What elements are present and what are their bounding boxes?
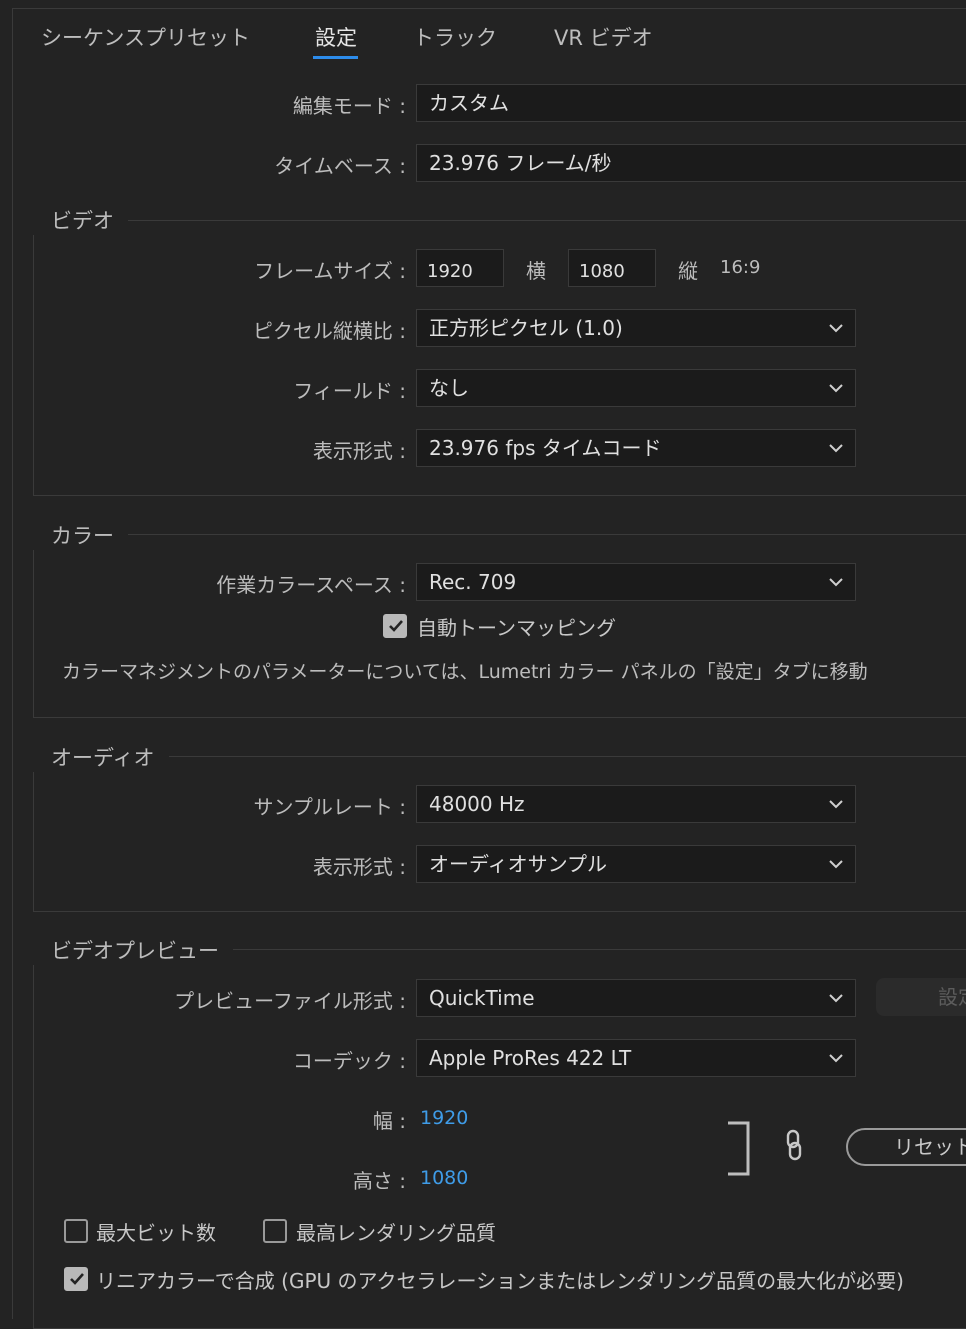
- max-bit-depth-checkbox[interactable]: [64, 1219, 88, 1243]
- auto-tone-mapping-label: 自動トーンマッピング: [417, 616, 616, 640]
- chevron-down-icon: [827, 430, 845, 466]
- video-display-format-label: 表示形式 :: [312, 439, 406, 463]
- preview-settings-button[interactable]: 設定: [876, 978, 966, 1016]
- preview-height-value[interactable]: 1080: [420, 1167, 468, 1189]
- max-bit-depth-label: 最大ビット数: [96, 1221, 216, 1245]
- edit-mode-dropdown[interactable]: カスタム: [416, 84, 966, 122]
- sample-rate-dropdown[interactable]: 48000 Hz: [416, 785, 856, 823]
- video-group-title: ビデオ: [33, 205, 128, 235]
- video-display-format-dropdown[interactable]: 23.976 fps タイムコード: [416, 429, 856, 467]
- active-tab-indicator: [313, 56, 358, 59]
- pixel-aspect-label: ピクセル縦横比 :: [252, 319, 406, 343]
- working-color-space-dropdown[interactable]: Rec. 709: [416, 563, 856, 601]
- chevron-down-icon: [827, 846, 845, 882]
- pixel-aspect-dropdown[interactable]: 正方形ピクセル (1.0): [416, 309, 856, 347]
- reset-button[interactable]: リセット: [846, 1128, 966, 1166]
- preview-file-format-label: プレビューファイル形式 :: [174, 989, 406, 1013]
- aspect-ratio-text: 16:9: [720, 257, 761, 278]
- preview-file-format-dropdown[interactable]: QuickTime: [416, 979, 856, 1017]
- sample-rate-label: サンプルレート :: [253, 795, 406, 819]
- edit-mode-label: 編集モード :: [292, 94, 406, 118]
- tab-sequence-presets[interactable]: シーケンスプリセット: [41, 22, 250, 52]
- chevron-down-icon: [827, 1040, 845, 1076]
- checkmark-icon: [70, 1273, 84, 1285]
- codec-label: コーデック :: [292, 1049, 406, 1073]
- frame-width-unit: 横: [526, 259, 546, 283]
- chevron-down-icon: [827, 310, 845, 346]
- preview-width-value[interactable]: 1920: [420, 1107, 468, 1129]
- frame-height-unit: 縦: [678, 259, 698, 283]
- working-color-space-label: 作業カラースペース :: [216, 573, 406, 597]
- audio-group-title: オーディオ: [33, 742, 169, 772]
- chevron-down-icon: [827, 786, 845, 822]
- linear-color-label: リニアカラーで合成 (GPU のアクセラレーションまたはレンダリング品質の最大化…: [96, 1269, 904, 1293]
- auto-tone-mapping-checkbox[interactable]: [383, 614, 407, 638]
- color-group-title: カラー: [33, 520, 128, 550]
- frame-width-input[interactable]: 1920: [416, 249, 504, 287]
- video-preview-group-title: ビデオプレビュー: [33, 935, 233, 965]
- chevron-down-icon: [827, 980, 845, 1016]
- max-render-quality-label: 最高レンダリング品質: [296, 1221, 496, 1245]
- constrain-bracket-icon: [728, 1121, 750, 1176]
- tab-vr-video[interactable]: VR ビデオ: [554, 22, 653, 52]
- chevron-down-icon: [827, 370, 845, 406]
- checkmark-icon: [389, 620, 403, 632]
- linear-color-checkbox[interactable]: [64, 1267, 88, 1291]
- timebase-label: タイムベース :: [274, 154, 406, 178]
- link-icon[interactable]: [782, 1128, 806, 1162]
- frame-height-input[interactable]: 1080: [568, 249, 656, 287]
- codec-dropdown[interactable]: Apple ProRes 422 LT: [416, 1039, 856, 1077]
- audio-group: [33, 756, 966, 912]
- frame-size-label: フレームサイズ :: [254, 259, 406, 283]
- timebase-dropdown[interactable]: 23.976 フレーム/秒: [416, 144, 966, 182]
- tab-tracks[interactable]: トラック: [413, 22, 497, 52]
- fields-label: フィールド :: [293, 379, 406, 403]
- chevron-down-icon: [827, 564, 845, 600]
- preview-height-label: 高さ :: [352, 1169, 406, 1193]
- tab-bar: シーケンスプリセット 設定 トラック VR ビデオ: [0, 0, 966, 70]
- color-management-note: カラーマネジメントのパラメーターについては、Lumetri カラー パネルの「設…: [62, 661, 868, 683]
- preview-width-label: 幅 :: [372, 1109, 406, 1133]
- max-render-quality-checkbox[interactable]: [263, 1219, 287, 1243]
- tab-settings[interactable]: 設定: [315, 22, 357, 52]
- fields-dropdown[interactable]: なし: [416, 369, 856, 407]
- audio-display-format-label: 表示形式 :: [312, 855, 406, 879]
- audio-display-format-dropdown[interactable]: オーディオサンプル: [416, 845, 856, 883]
